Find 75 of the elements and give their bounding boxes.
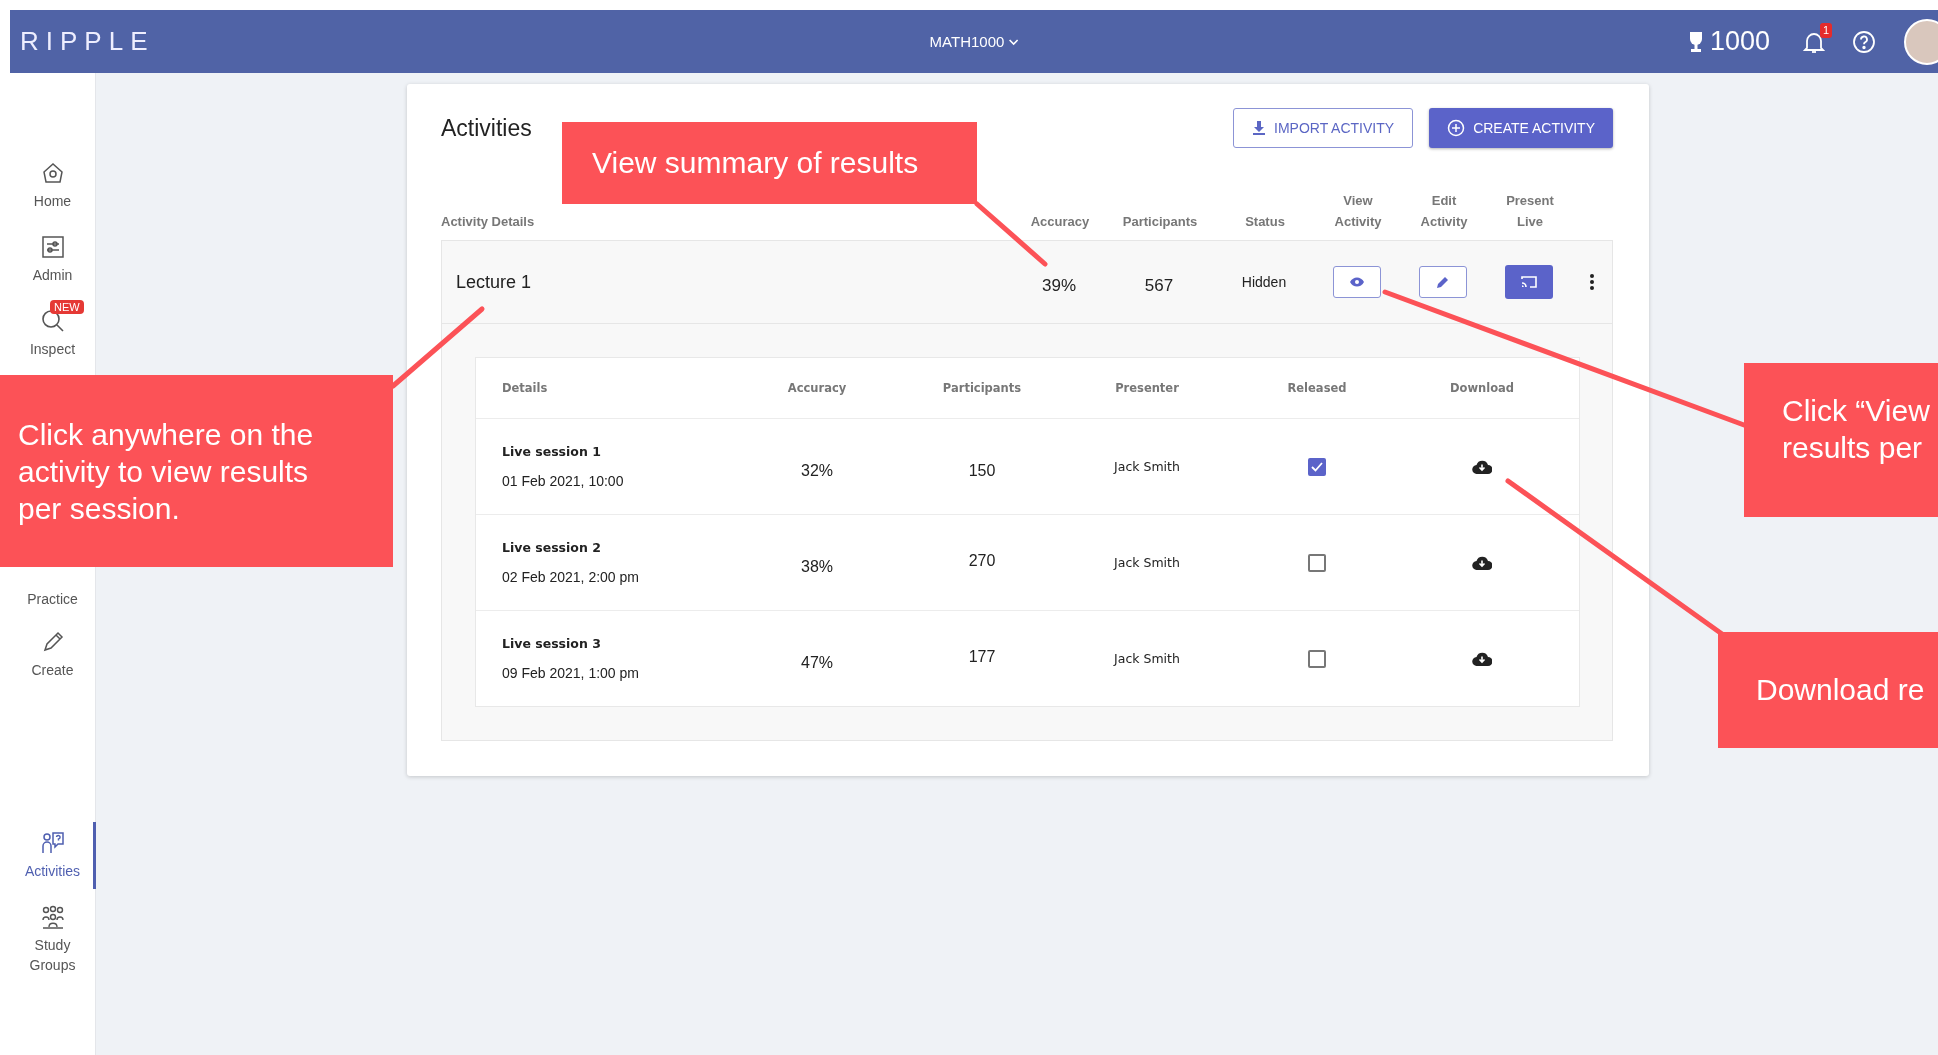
session-name: Live session 3 [502,636,602,651]
presenter-name: Jack Smith [1114,651,1180,666]
column-header: Presenter [1115,381,1179,395]
column-header: Download [1449,381,1515,395]
sidebar-item[interactable]: Home [22,191,83,211]
session-date: 02 Feb 2021, 2:00 pm [502,569,640,585]
presenter-name: Jack Smith [1114,459,1180,474]
accuracy-value: 32% [801,461,833,480]
column-header: View Activity [1333,192,1383,231]
presenter-name: Jack Smith [1114,555,1180,570]
column-header: Released [1287,381,1347,395]
course-selector[interactable]: MATH1000 [923,32,1025,51]
accuracy-value: 38% [801,557,833,576]
status-label: Hidden [1241,274,1287,290]
sidebar-item[interactable]: Create [22,660,83,680]
column-header: Status [1245,213,1285,231]
chevron-down-icon [1008,37,1019,46]
cloud-download-icon[interactable] [1472,555,1492,570]
view-button[interactable] [1333,266,1381,298]
edit-button[interactable] [1419,266,1467,298]
selected-indicator [93,822,96,889]
annotation-callout: Click “View results per [1744,363,1938,517]
column-header: Participants [1122,213,1198,231]
plus-circle-icon [1447,119,1466,137]
session-name: Live session 2 [502,540,602,555]
released-checkbox[interactable] [1308,457,1326,476]
group-icon [39,904,66,930]
activity-name: Lecture 1 [456,271,532,293]
column-header: Accuracy [1030,213,1090,231]
session-date: 09 Feb 2021, 1:00 pm [502,665,640,681]
sidebar-item[interactable]: Admin [22,265,83,285]
import-activity-button[interactable]: IMPORT ACTIVITY [1233,108,1414,148]
participants-count: 150 [968,461,996,480]
download-icon [1252,120,1267,136]
activity-row[interactable]: Lecture 1 39% 567 Hidden [442,241,1612,324]
participants-count: 567 [1144,276,1174,296]
column-header: Present Live [1505,192,1555,231]
released-checkbox[interactable] [1308,553,1326,572]
logo[interactable]: RIPPLE [20,26,155,57]
released-checkbox[interactable] [1308,649,1326,668]
sidebar-item[interactable]: Inspect [22,339,83,359]
notification-badge: 1 [1819,22,1832,38]
sliders-icon [39,234,66,260]
participants-count: 177 [968,647,996,666]
column-header: Activity Details [441,213,535,231]
sidebar-item[interactable]: Activities [22,861,83,881]
column-header: Details [502,381,549,395]
people-question-icon [39,830,66,856]
accuracy-value: 39% [1042,276,1076,296]
annotation-callout: Download re [1718,632,1938,748]
help-icon[interactable] [1852,29,1876,54]
trophy-icon [1687,30,1704,53]
cloud-download-icon[interactable] [1472,651,1492,666]
accuracy-value: 47% [801,653,833,672]
cloud-download-icon[interactable] [1472,459,1492,474]
sidebar-item[interactable]: Study Groups [22,935,83,975]
present-live-button[interactable] [1505,265,1553,299]
pencil-icon [1436,275,1450,289]
annotation-callout: Click anywhere on the activity to view results per session. [0,375,393,567]
annotation-callout: View summary of results [562,122,977,204]
sidebar-item[interactable]: Practice [22,589,83,609]
points-count: 1000 [1709,26,1770,57]
page-title: Activities [441,114,532,142]
column-header: Edit Activity [1419,192,1469,231]
cast-icon [1520,275,1538,289]
participants-count: 270 [968,551,996,570]
create-activity-button[interactable]: CREATE ACTIVITY [1429,108,1613,148]
column-header: Accuracy [787,381,847,395]
new-badge: NEW [50,300,84,314]
more-options-icon[interactable] [1589,273,1595,291]
eye-icon [1349,276,1365,288]
column-header: Participants [942,381,1022,395]
avatar[interactable] [1904,18,1938,65]
session-date: 01 Feb 2021, 10:00 [502,473,625,489]
session-name: Live session 1 [502,444,602,459]
